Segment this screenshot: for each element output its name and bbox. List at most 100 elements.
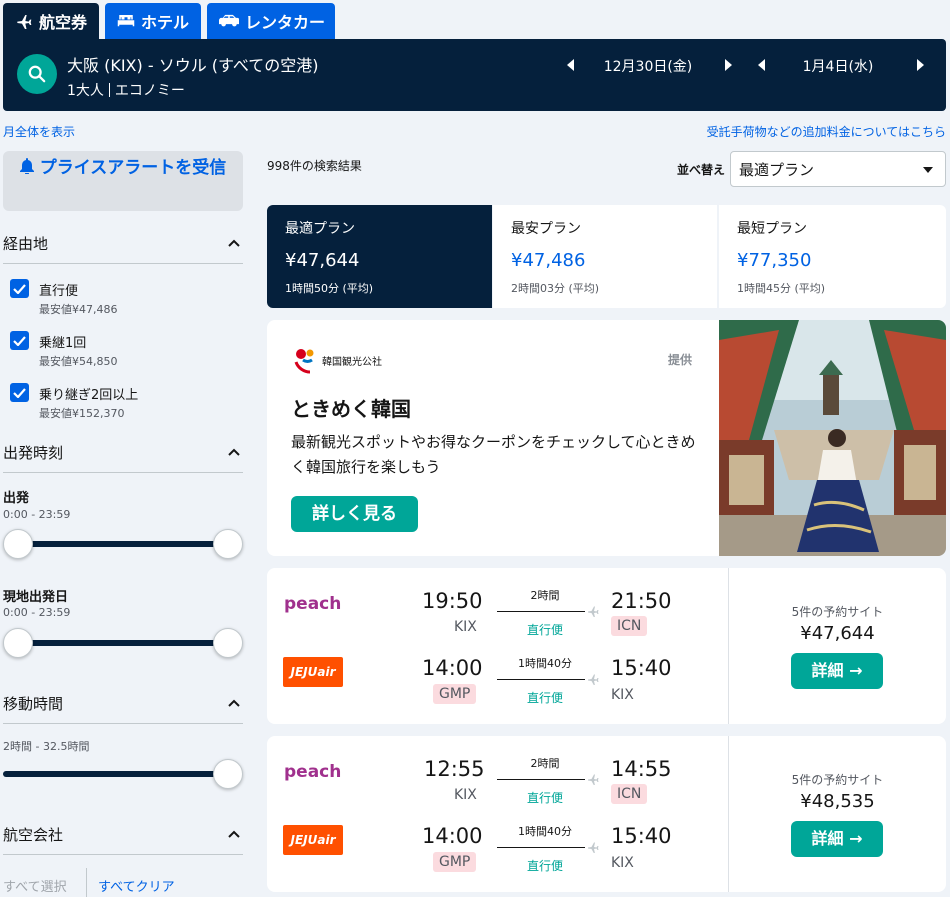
- flight-price: ¥48,535: [800, 791, 875, 812]
- divider: [3, 854, 243, 855]
- sponsored-label: 提供: [668, 353, 693, 367]
- chevron-up-icon[interactable]: [228, 699, 240, 707]
- stops-option-label: 直行便: [39, 284, 79, 299]
- chevron-down-icon: [923, 167, 933, 173]
- tourism-logo-icon: [294, 349, 314, 374]
- show-month-link[interactable]: 月全体を表示: [3, 123, 75, 140]
- details-button[interactable]: 詳細 →: [791, 821, 883, 857]
- prev-return-date-icon[interactable]: [757, 59, 767, 71]
- ad-logo-text: 韓国観光公社: [322, 357, 382, 368]
- search-button[interactable]: [17, 54, 57, 94]
- car-icon: [219, 14, 239, 27]
- sponsored-ad-card[interactable]: 韓国観光公社 提供 ときめく韓国 最新観光スポットやお得なクーポンをチェックして…: [267, 320, 946, 556]
- divider: [86, 868, 87, 897]
- return-time-range: 0:00 - 23:59: [3, 606, 71, 619]
- times-filter-title: 出発時刻: [3, 444, 64, 462]
- sort-tab-price: ¥47,486: [511, 250, 586, 271]
- chevron-up-icon[interactable]: [228, 830, 240, 838]
- return-time-min-handle[interactable]: [3, 628, 33, 658]
- checkbox-one-stop[interactable]: [10, 331, 29, 350]
- arrive-time: 15:40: [611, 656, 672, 680]
- duration-range: 2時間 - 32.5時間: [3, 740, 90, 753]
- flight-result-card[interactable]: peach 19:50 KIX 2時間 直行便 21:50 ICN JEJUai…: [267, 568, 946, 724]
- select-all-link[interactable]: すべて選択: [3, 876, 67, 895]
- tab-hotels[interactable]: ホテル: [105, 3, 201, 39]
- prev-depart-date-icon[interactable]: [566, 59, 576, 71]
- return-date[interactable]: 1月4日(水): [778, 56, 898, 76]
- return-time-max-handle[interactable]: [213, 628, 243, 658]
- outbound-time-min-handle[interactable]: [3, 529, 33, 559]
- ad-learn-more-button[interactable]: 詳しく見る: [291, 496, 418, 532]
- flight-result-card[interactable]: peach 12:55 KIX 2時間 直行便 14:55 ICN JEJUai…: [267, 736, 946, 892]
- airline-logo-jejuair: JEJUair: [283, 825, 343, 855]
- ad-title: ときめく韓国: [291, 397, 411, 421]
- stops-option-price: 最安値¥54,850: [39, 355, 118, 368]
- checkmark-icon: [13, 283, 26, 294]
- price-alert-button[interactable]: プライスアラートを受信: [3, 151, 243, 211]
- stops-filter-title: 経由地: [3, 235, 49, 253]
- outbound-time-slider-track[interactable]: [12, 541, 234, 547]
- depart-date[interactable]: 12月30日(金): [588, 56, 708, 76]
- arrive-airport: ICN: [611, 616, 648, 636]
- sort-tab-cheapest[interactable]: 最安プラン ¥47,486 2時間03分 (平均): [493, 205, 717, 308]
- clear-all-link[interactable]: すべてクリア: [98, 876, 175, 895]
- plane-icon: [17, 15, 32, 29]
- sort-tab-fastest[interactable]: 最短プラン ¥77,350 1時間45分 (平均): [719, 205, 946, 308]
- booking-sites-count: 5件の予約サイト: [791, 773, 884, 787]
- flight-line: [497, 679, 585, 680]
- divider: [3, 263, 243, 264]
- search-icon: [28, 65, 46, 83]
- tab-label: 航空券: [39, 13, 88, 32]
- sort-label: 並べ替え: [677, 163, 726, 177]
- sort-tab-label: 最適プラン: [285, 221, 355, 237]
- sort-tab-duration: 1時間45分 (平均): [737, 282, 826, 295]
- tab-label: レンタカー: [245, 13, 326, 32]
- flight-price: ¥47,644: [800, 623, 875, 644]
- search-summary-bar[interactable]: 大阪 (KIX) - ソウル (すべての空港) 1大人 エコノミー 12月30日(…: [3, 39, 946, 111]
- sort-tab-label: 最安プラン: [511, 221, 581, 237]
- chevron-up-icon[interactable]: [228, 448, 240, 456]
- chevron-up-icon[interactable]: [228, 239, 240, 247]
- depart-time: 12:55: [424, 757, 485, 781]
- duration-slider-track[interactable]: [3, 771, 231, 777]
- flight-line: [497, 611, 585, 612]
- direct-flight-label: 直行便: [526, 623, 563, 637]
- duration-filter-title: 移動時間: [3, 695, 64, 713]
- tab-label: ホテル: [141, 13, 190, 32]
- next-depart-date-icon[interactable]: [723, 59, 733, 71]
- checkmark-icon: [13, 335, 26, 346]
- cabin-class: エコノミー: [114, 83, 185, 99]
- tab-flights[interactable]: 航空券: [3, 3, 99, 39]
- sort-tab-price: ¥77,350: [737, 250, 812, 271]
- airline-logo-jejuair: JEJUair: [283, 657, 343, 687]
- sort-select[interactable]: 最適プラン: [730, 151, 946, 187]
- passenger-count: 1大人: [67, 83, 104, 99]
- checkbox-direct[interactable]: [10, 279, 29, 298]
- sort-select-value: 最適プラン: [739, 161, 815, 179]
- return-time-slider-track[interactable]: [12, 640, 234, 646]
- return-time-label: 現地出発日: [3, 590, 69, 605]
- details-button[interactable]: 詳細 →: [791, 653, 883, 689]
- sort-tab-duration: 1時間50分 (平均): [285, 282, 374, 295]
- outbound-time-label: 出発: [3, 491, 30, 506]
- divider: [3, 472, 243, 473]
- price-alert-label: プライスアラートを受信: [39, 158, 227, 178]
- divider: [728, 736, 729, 892]
- outbound-time-range: 0:00 - 23:59: [3, 508, 71, 521]
- direct-flight-label: 直行便: [526, 791, 563, 805]
- depart-time: 14:00: [422, 656, 483, 680]
- stops-option-price: 最安値¥152,370: [39, 407, 125, 420]
- sort-tab-best[interactable]: 最適プラン ¥47,644 1時間50分 (平均): [267, 205, 492, 308]
- tab-car-rental[interactable]: レンタカー: [207, 3, 335, 39]
- next-return-date-icon[interactable]: [915, 59, 925, 71]
- stops-option-label: 乗継1回: [39, 336, 87, 351]
- bell-icon: [19, 158, 34, 175]
- arrive-time: 15:40: [611, 824, 672, 848]
- duration-max-handle[interactable]: [213, 759, 243, 789]
- outbound-time-max-handle[interactable]: [213, 529, 243, 559]
- baggage-fees-link[interactable]: 受託手荷物などの追加料金についてはこちら: [707, 123, 946, 140]
- checkbox-two-plus-stops[interactable]: [10, 383, 29, 402]
- direct-flight-label: 直行便: [526, 859, 563, 873]
- arrive-airport: ICN: [611, 784, 648, 804]
- airline-logo-peach: peach: [284, 594, 342, 614]
